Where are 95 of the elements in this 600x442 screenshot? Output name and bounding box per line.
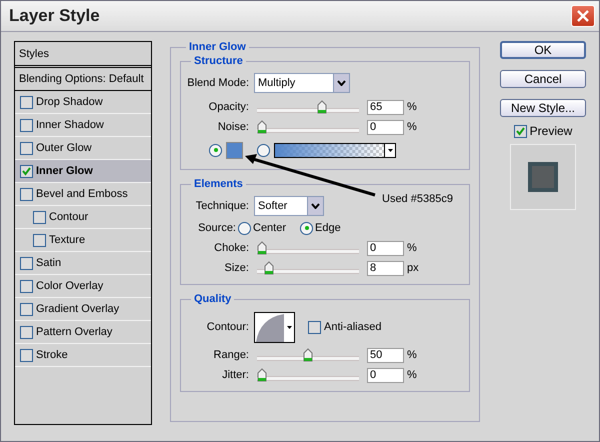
checkbox[interactable] (308, 320, 321, 334)
style-label: Stroke (36, 349, 68, 361)
gradient-picker[interactable] (274, 142, 396, 158)
slider-thumb[interactable] (257, 120, 267, 134)
field-label: Contour: (206, 321, 249, 333)
style-label: Gradient Overlay (36, 303, 120, 315)
checkbox[interactable] (514, 124, 527, 138)
checkbox[interactable] (20, 256, 33, 270)
radio-button[interactable] (209, 144, 222, 156)
style-label: Texture (49, 234, 86, 246)
dialog-button[interactable]: Cancel (500, 70, 586, 88)
checkbox[interactable] (20, 118, 33, 132)
blend-mode-select[interactable]: Multiply (254, 73, 350, 93)
dialog-button[interactable]: New Style... (500, 99, 586, 117)
style-list-item[interactable]: Inner Shadow (15, 114, 151, 137)
radio-label: Center (253, 222, 286, 234)
group-title: Quality (193, 293, 232, 305)
value-field[interactable]: 50 (367, 348, 404, 362)
unit-label: % (407, 242, 417, 254)
value-field[interactable]: 65 (367, 100, 404, 114)
radio-button[interactable] (300, 222, 314, 234)
field-label: Source: (197, 222, 236, 234)
checkbox[interactable] (20, 348, 33, 362)
style-list-item[interactable]: Drop Shadow (15, 91, 151, 114)
contour-picker[interactable] (254, 312, 295, 342)
close-button[interactable] (571, 5, 595, 27)
style-list-item[interactable]: Texture (15, 229, 151, 252)
slider-label: Jitter: (221, 369, 249, 381)
checkbox[interactable] (20, 142, 33, 154)
style-list-item[interactable]: Bevel and Emboss (15, 183, 151, 206)
preview-square-icon (528, 162, 558, 192)
slider-thumb[interactable] (303, 348, 313, 362)
group-title: Elements (193, 178, 244, 190)
value-field[interactable]: 8 (367, 260, 404, 276)
radio-button[interactable] (257, 144, 270, 156)
style-list-item[interactable]: Color Overlay (15, 275, 151, 298)
style-list-item[interactable]: Pattern Overlay (15, 321, 151, 344)
radio-button[interactable] (238, 222, 251, 234)
color-swatch[interactable] (226, 142, 243, 158)
checkbox[interactable] (33, 234, 46, 246)
checkbox-label: Preview (530, 124, 572, 138)
style-list-item[interactable]: Satin (15, 252, 151, 275)
style-label: Pattern Overlay (36, 326, 112, 338)
style-list-item[interactable]: Stroke (15, 344, 151, 367)
radio-label: Edge (315, 222, 341, 234)
group-title: Inner Glow (188, 41, 247, 53)
style-label: Inner Glow (36, 165, 93, 177)
group-title: Structure (193, 55, 244, 67)
style-label: Color Overlay (36, 280, 104, 292)
style-label: Satin (36, 257, 62, 269)
style-label: Drop Shadow (36, 96, 103, 108)
slider-label: Size: (224, 262, 249, 274)
checkbox[interactable] (20, 96, 33, 108)
field-label: Technique: (194, 200, 249, 212)
slider-label: Choke: (213, 242, 249, 254)
slider-label: Opacity: (208, 101, 249, 113)
value-field[interactable]: 0 (367, 368, 404, 382)
value-field[interactable]: 0 (367, 120, 404, 134)
technique-select[interactable]: Softer (254, 196, 324, 216)
checkbox[interactable] (20, 188, 33, 200)
checkbox[interactable] (20, 164, 33, 178)
checkbox[interactable] (33, 210, 46, 224)
style-label: Bevel and Emboss (36, 188, 128, 200)
slider-label: Noise: (216, 121, 249, 133)
checkbox[interactable] (20, 302, 33, 316)
unit-label: % (407, 369, 417, 381)
chevron-down-icon (337, 80, 346, 86)
slider-thumb[interactable] (264, 261, 274, 275)
slider-thumb[interactable] (257, 368, 267, 382)
unit-label: % (407, 101, 417, 113)
style-label: Outer Glow (36, 142, 92, 154)
annotation-text: Used #5385c9 (382, 193, 453, 205)
style-list-item[interactable]: Gradient Overlay (15, 298, 151, 321)
checkbox[interactable] (20, 280, 33, 292)
style-label: Contour (49, 211, 88, 223)
field-label: Blend Mode: (186, 77, 249, 89)
slider-thumb[interactable] (257, 241, 267, 255)
checkbox[interactable] (20, 326, 33, 338)
style-list-item[interactable]: Inner Glow (15, 160, 151, 183)
style-label: Inner Shadow (36, 119, 104, 131)
unit-label: px (407, 262, 419, 274)
styles-header[interactable]: Styles (15, 42, 151, 68)
unit-label: % (407, 349, 417, 361)
style-list-item[interactable]: Blending Options: Default (15, 68, 151, 91)
dialog-button[interactable]: OK (500, 41, 586, 59)
slider-thumb[interactable] (316, 100, 327, 114)
window-title: Layer Style (9, 6, 100, 26)
checkbox-label: Anti-aliased (324, 321, 382, 333)
style-list-item[interactable]: Contour (15, 206, 151, 229)
unit-label: % (407, 121, 417, 133)
chevron-down-icon (311, 203, 320, 209)
close-icon (577, 10, 589, 22)
slider-label: Range: (212, 349, 249, 361)
caret-icon (388, 148, 392, 152)
value-field[interactable]: 0 (367, 240, 404, 256)
